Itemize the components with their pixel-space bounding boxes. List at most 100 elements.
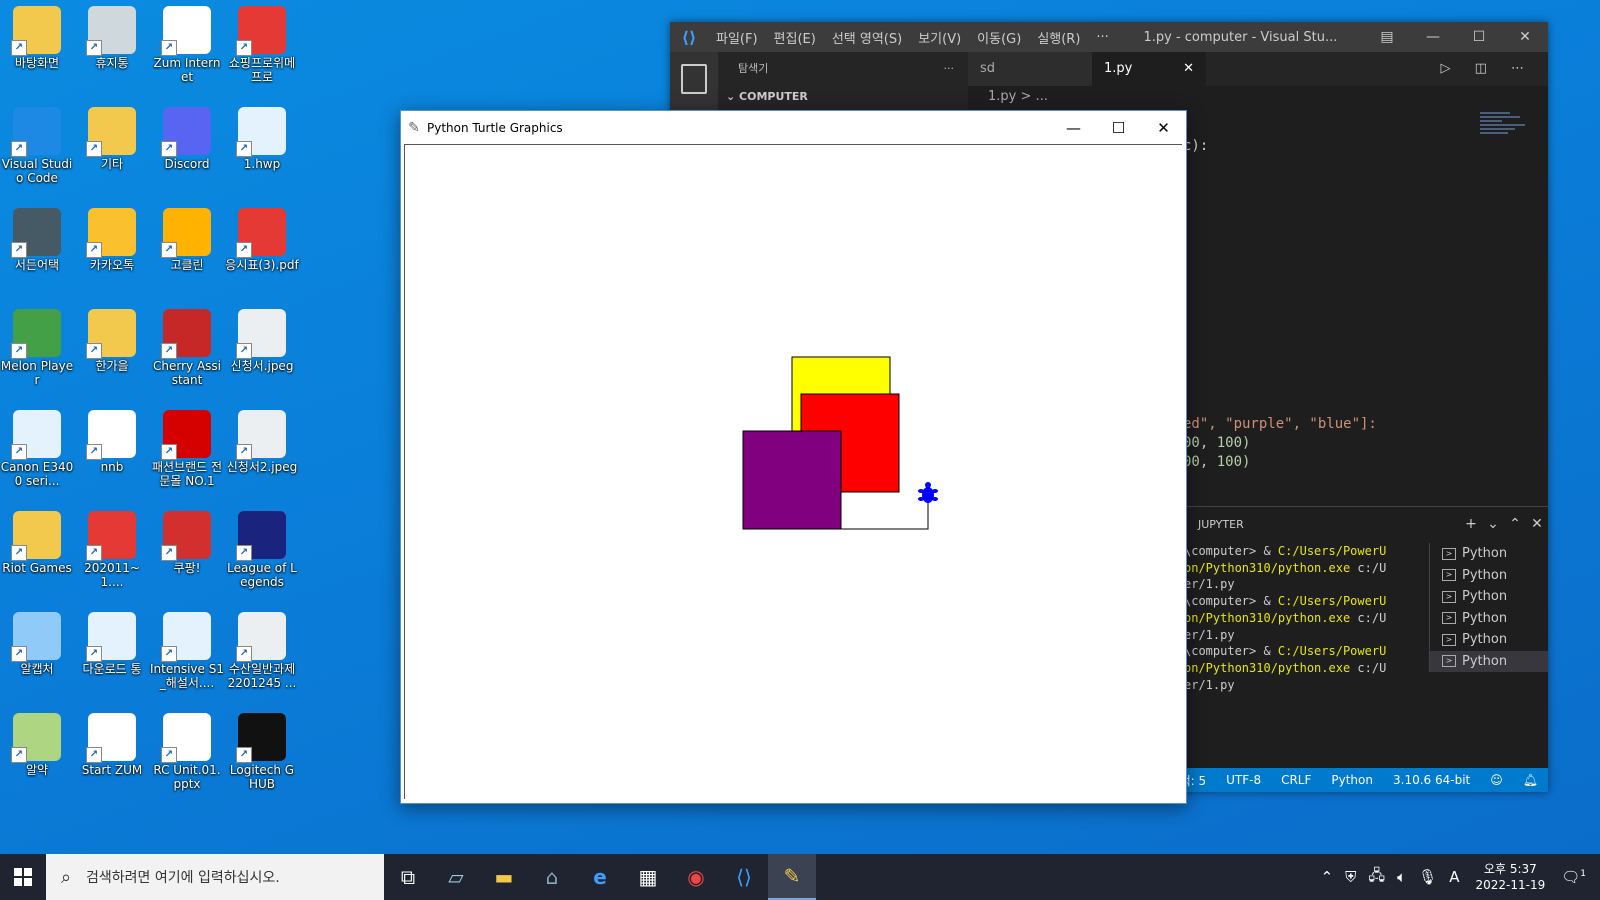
turtle-titlebar[interactable]: ✎ Python Turtle Graphics — ☐ ✕ — [401, 111, 1186, 144]
turtle-minimize-button[interactable]: — — [1051, 119, 1096, 137]
desktop-icon-report[interactable]: ↗ 수산일반과제 2201245 ... — [225, 608, 299, 708]
minimize-button[interactable]: — — [1410, 29, 1456, 45]
volume-icon[interactable]: 🔈︎ — [1391, 868, 1412, 886]
turtle-canvas[interactable] — [404, 144, 1182, 799]
status-python-version[interactable]: 3.10.6 64-bit — [1383, 773, 1480, 787]
desktop-icon-label: Riot Games — [2, 561, 72, 575]
desktop-icon-riot[interactable]: ↗ Riot Games — [0, 507, 74, 607]
desktop-icon-goclean[interactable]: ↗ 고클린 — [150, 204, 224, 304]
menu-view[interactable]: 보기(V) — [910, 28, 969, 47]
taskbar-search[interactable]: ⌕ 검색하려면 여기에 입력하십시오. — [46, 854, 384, 900]
desktop-icon-seoden[interactable]: ↗ 서든어택 — [0, 204, 74, 304]
start-button[interactable] — [0, 854, 46, 900]
layout-toggle-icon[interactable]: ▤ — [1364, 29, 1410, 45]
new-terminal-icon[interactable]: + — [1460, 516, 1482, 532]
desktop-icon-cherry[interactable]: ↗ Cherry Assistant — [150, 305, 224, 405]
desktop-icon-logitech[interactable]: ↗ Logitech G HUB — [225, 709, 299, 809]
desktop-icon-discord[interactable]: ↗ Discord — [150, 103, 224, 203]
terminal-list-item[interactable]: > Python — [1430, 586, 1548, 608]
menu-more[interactable]: ··· — [1088, 30, 1116, 45]
chevron-down-icon[interactable]: ⌄ — [1482, 516, 1504, 532]
notification-icon[interactable]: 🗨︎1 — [1555, 868, 1600, 886]
shortcut-arrow-icon: ↗ — [236, 444, 252, 460]
terminal-line: er/1.py — [1184, 577, 1235, 592]
desktop-icon-riot-icon: ↗ — [11, 511, 61, 561]
tray-expand-icon[interactable]: ⌃ — [1315, 868, 1340, 886]
terminal-list-item[interactable]: > Python — [1430, 608, 1548, 630]
desktop-icon-wallpaper[interactable]: ↗ 바탕화면 — [0, 2, 74, 102]
desktop-icon-melon[interactable]: ↗ Melon Player — [0, 305, 74, 405]
menu-go[interactable]: 이동(G) — [969, 28, 1029, 47]
tab-close-icon[interactable]: ✕ — [1183, 52, 1194, 86]
desktop-icon-alcapture[interactable]: ↗ 알캡처 — [0, 608, 74, 708]
vscode-titlebar: ⟨⟩ 파일(F) 편집(E) 선택 영역(S) 보기(V) 이동(G) 실행(R… — [670, 22, 1548, 52]
terminal-line: er/1.py — [1184, 677, 1235, 692]
vscode-taskbar-icon[interactable]: ⟨⟩ — [720, 854, 768, 900]
desktop-icon-hapeu[interactable]: ↗ 패션브랜드 전문몰 NO.1 — [150, 406, 224, 506]
explorer-section-computer[interactable]: ⌄ COMPUTER — [718, 86, 968, 108]
desktop-icon-recycle-bin[interactable]: ↗ 휴지통 — [75, 2, 149, 102]
desktop-icon-rc-unit[interactable]: ↗ RC Unit.01.pptx — [150, 709, 224, 809]
tab-1py[interactable]: 1.py ✕ — [1092, 52, 1206, 86]
tab-sd[interactable]: sd — [968, 52, 1092, 86]
python-taskbar-icon[interactable]: ✎ — [768, 854, 816, 900]
close-button[interactable]: ✕ — [1502, 29, 1548, 45]
terminal-list-item[interactable]: > Python — [1430, 565, 1548, 587]
network-icon[interactable]: 🖧︎ — [1362, 865, 1391, 890]
breadcrumb[interactable]: 1.py > ... — [968, 86, 1548, 108]
task-view-icon[interactable]: ⧉ — [384, 854, 432, 900]
desktop-icon-zum-internet[interactable]: ↗ Zum Internet — [150, 2, 224, 102]
close-panel-icon[interactable]: ✕ — [1526, 516, 1548, 532]
menu-selection[interactable]: 선택 영역(S) — [824, 28, 910, 47]
desktop-icon-kakaotalk[interactable]: ↗ 카카오톡 — [75, 204, 149, 304]
status-encoding[interactable]: UTF-8 — [1216, 773, 1271, 787]
desktop-icon-jpeg2[interactable]: ↗ 신청서2.jpeg — [225, 406, 299, 506]
store-icon[interactable]: ▦ — [624, 854, 672, 900]
clock[interactable]: 오후 5:37 2022-11-19 — [1465, 861, 1555, 893]
desktop-icon-1hwp[interactable]: ↗ 1.hwp — [225, 103, 299, 203]
menu-edit[interactable]: 편집(E) — [766, 28, 824, 47]
terminal-list-item[interactable]: > Python — [1430, 650, 1548, 672]
minimap[interactable] — [1480, 110, 1540, 160]
bell-icon[interactable]: 🔔︎ — [1513, 773, 1548, 787]
desktop-icon-pdf[interactable]: ↗ 응시표(3).pdf — [225, 204, 299, 304]
edge-icon[interactable]: e — [576, 854, 624, 900]
desktop-icon-canon[interactable]: ↗ Canon E3400 seri... — [0, 406, 74, 506]
maximize-panel-icon[interactable]: ⌃ — [1504, 516, 1526, 532]
desktop-icon-nnb[interactable]: ↗ nnb — [75, 406, 149, 506]
status-language[interactable]: Python — [1321, 773, 1383, 787]
notepad-app-icon[interactable]: ▱ — [432, 854, 480, 900]
desktop-icon-downloader[interactable]: ↗ 다운로드 통 — [75, 608, 149, 708]
status-eol[interactable]: CRLF — [1271, 773, 1321, 787]
desktop-icon-etc[interactable]: ↗ 기타 — [75, 103, 149, 203]
network-app-icon[interactable]: ⌂ — [528, 854, 576, 900]
feedback-icon[interactable]: ☺ — [1480, 773, 1513, 787]
desktop-icon-alyak[interactable]: ↗ 알약 — [0, 709, 74, 809]
terminal-list-item[interactable]: > Python — [1430, 629, 1548, 651]
desktop-icon-goclean-icon: ↗ — [161, 208, 211, 258]
desktop-icon-intensive[interactable]: ↗ Intensive S1_해설서.... — [150, 608, 224, 708]
menu-run[interactable]: 실행(R) — [1029, 28, 1088, 47]
maximize-button[interactable]: ☐ — [1456, 29, 1502, 45]
desktop-icon-pdf2[interactable]: ↗ 202011~1.... — [75, 507, 149, 607]
desktop-icon-vscode[interactable]: ↗ Visual Studio Code — [0, 103, 74, 203]
microphone-icon[interactable]: 🎙︎ — [1412, 868, 1443, 886]
desktop-icon-label: 쇼핑프로위메프로 — [228, 56, 296, 84]
turtle-maximize-button[interactable]: ☐ — [1096, 119, 1141, 137]
desktop-icon-wemakeprice[interactable]: ↗ 쇼핑프로위메프로 — [225, 2, 299, 102]
explorer-icon[interactable] — [681, 64, 707, 94]
turtle-close-button[interactable]: ✕ — [1141, 119, 1186, 137]
menu-file[interactable]: 파일(F) — [708, 28, 766, 47]
explorer-more-button[interactable]: ··· — [944, 52, 969, 86]
desktop-icon-jpeg1[interactable]: ↗ 신청서.jpeg — [225, 305, 299, 405]
chrome-icon[interactable]: ◉ — [672, 854, 720, 900]
desktop-icon-lol[interactable]: ↗ League of Legends — [225, 507, 299, 607]
editor-actions[interactable]: ▷ ◫ ⋯ — [1206, 52, 1548, 86]
terminal-list-item[interactable]: > Python — [1430, 543, 1548, 565]
ime-indicator[interactable]: A — [1443, 868, 1465, 886]
desktop-icon-startzum[interactable]: ↗ Start ZUM — [75, 709, 149, 809]
desktop-icon-coupang[interactable]: ↗ 쿠팡! — [150, 507, 224, 607]
desktop-icon-hangaeul[interactable]: ↗ 한가을 — [75, 305, 149, 405]
file-explorer-icon[interactable]: ▬ — [480, 854, 528, 900]
security-icon[interactable]: ⛨ — [1339, 868, 1362, 886]
